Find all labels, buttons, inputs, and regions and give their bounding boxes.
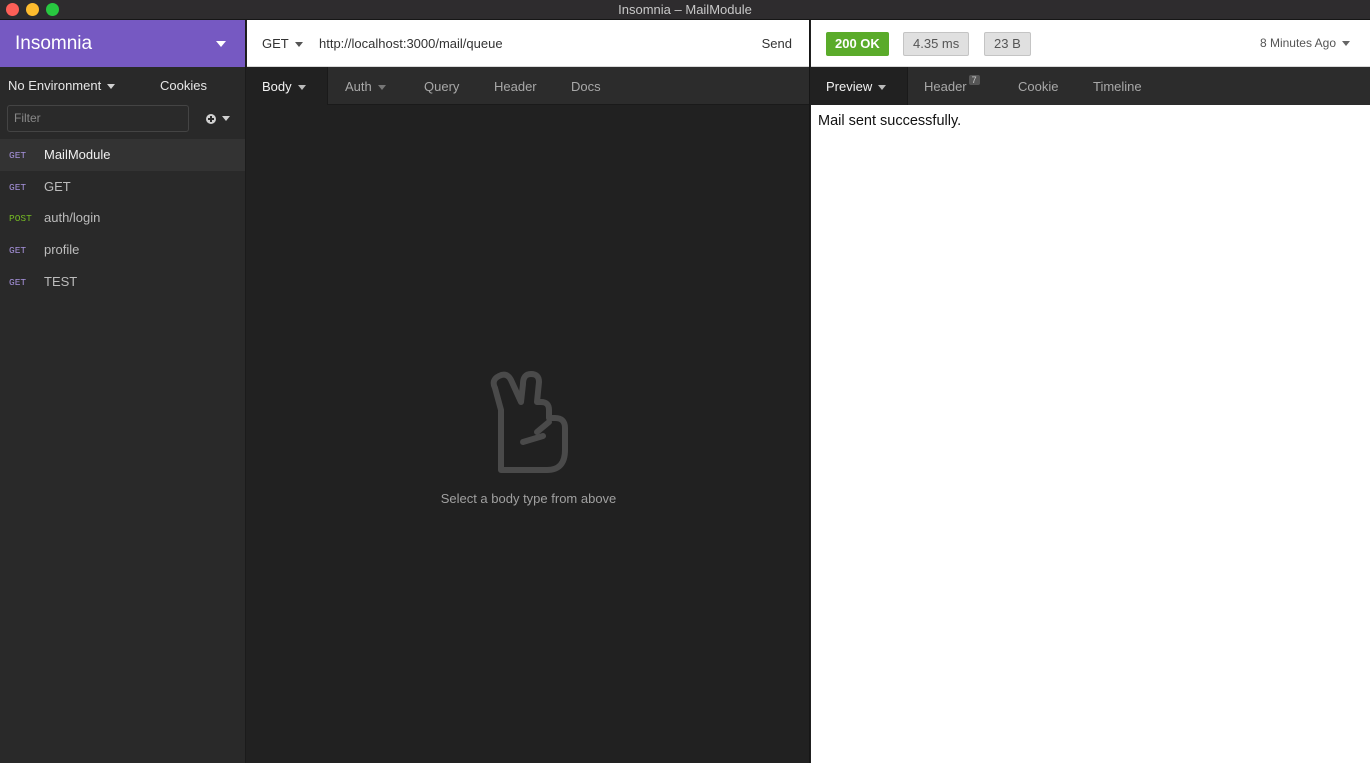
request-list: GET MailModule GET GET POST auth/login G… <box>0 139 245 297</box>
request-item-auth-login[interactable]: POST auth/login <box>0 202 245 234</box>
window-title: Insomnia – MailModule <box>618 2 752 17</box>
tab-preview[interactable]: Preview <box>826 79 887 94</box>
chevron-down-icon <box>294 42 303 48</box>
empty-state-message: Select a body type from above <box>440 491 617 506</box>
request-name: GET <box>44 178 71 194</box>
tab-query[interactable]: Query <box>424 79 459 94</box>
tab-response-header[interactable]: Header 7 <box>924 75 980 94</box>
tab-docs[interactable]: Docs <box>571 79 601 94</box>
chevron-down-icon <box>222 116 230 122</box>
response-tabs: Preview Header 7 Cookie Timeline <box>811 67 1370 105</box>
tab-body[interactable]: Body <box>262 79 306 94</box>
response-body: Mail sent successfully. <box>818 113 962 129</box>
size-badge: 23 B <box>984 32 1031 56</box>
method-select[interactable]: GET <box>262 36 303 51</box>
tab-body-label: Body <box>262 79 292 94</box>
method-badge: GET <box>9 276 27 288</box>
response-pane: 200 OK 4.35 ms 23 B 8 Minutes Ago Previe… <box>811 20 1370 763</box>
request-item-mailmodule[interactable]: GET MailModule <box>0 139 245 171</box>
time-badge: 4.35 ms <box>903 32 970 56</box>
filter-row: Filter <box>0 103 245 139</box>
tab-preview-label: Preview <box>826 79 873 94</box>
header-count-badge: 7 <box>968 75 980 85</box>
url-bar: GET http://localhost:3000/mail/queue Sen… <box>247 20 809 67</box>
request-pane: GET http://localhost:3000/mail/queue Sen… <box>247 20 810 763</box>
plus-circle-icon <box>206 113 216 124</box>
tab-timeline[interactable]: Timeline <box>1093 79 1142 94</box>
send-button[interactable]: Send <box>762 36 792 51</box>
status-badge: 200 OK <box>826 32 889 56</box>
request-item-get[interactable]: GET GET <box>0 171 245 203</box>
chevron-down-icon <box>297 85 306 91</box>
method-badge: GET <box>9 181 27 193</box>
request-name: auth/login <box>44 210 101 226</box>
sidebar: Insomnia No Environment Cookies Filter G… <box>0 20 246 763</box>
chevron-down-icon <box>1342 41 1350 47</box>
method-badge: POST <box>9 213 32 225</box>
tab-auth-label: Auth <box>345 79 372 94</box>
tab-auth[interactable]: Auth <box>345 79 386 94</box>
request-name: MailModule <box>44 147 111 162</box>
tab-cookie[interactable]: Cookie <box>1018 79 1058 94</box>
filter-input[interactable]: Filter <box>7 105 189 132</box>
time-ago-label: 8 Minutes Ago <box>1259 36 1336 50</box>
cookies-button[interactable]: Cookies <box>160 78 207 93</box>
chevron-down-icon <box>216 41 226 47</box>
tab-header[interactable]: Header <box>494 79 537 94</box>
environment-select[interactable]: No Environment <box>8 78 116 93</box>
request-item-test[interactable]: GET TEST <box>0 266 245 298</box>
peace-hand-icon <box>490 371 568 473</box>
request-name: profile <box>44 242 80 258</box>
workspace-dropdown[interactable]: Insomnia <box>0 20 245 67</box>
method-badge: GET <box>9 150 27 161</box>
request-tabs: Body Auth Query Header Docs <box>247 67 809 105</box>
request-item-profile[interactable]: GET profile <box>0 234 245 266</box>
environment-label: No Environment <box>8 78 102 93</box>
environment-row: No Environment Cookies <box>0 67 245 103</box>
chevron-down-icon <box>377 85 386 91</box>
title-bar: Insomnia – MailModule <box>0 0 1370 20</box>
response-history-dropdown[interactable]: 8 Minutes Ago <box>1260 36 1350 50</box>
method-label: GET <box>262 36 289 51</box>
url-input[interactable]: http://localhost:3000/mail/queue <box>319 36 503 51</box>
chevron-down-icon <box>878 85 887 91</box>
request-name: TEST <box>44 273 78 289</box>
body-empty-state: Select a body type from above <box>247 370 810 506</box>
add-request-button[interactable] <box>206 111 230 125</box>
method-badge: GET <box>9 245 27 257</box>
response-status-bar: 200 OK 4.35 ms 23 B 8 Minutes Ago <box>811 20 1370 67</box>
chevron-down-icon <box>107 84 116 90</box>
tab-header-label: Header <box>924 79 967 94</box>
workspace-name: Insomnia <box>15 33 93 54</box>
